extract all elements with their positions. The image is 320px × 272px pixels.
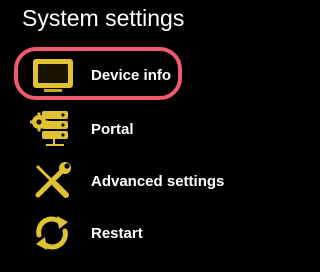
- refresh-arrows-icon: [30, 213, 74, 253]
- monitor-icon: [30, 55, 74, 95]
- menu-item-label: Portal: [91, 121, 134, 138]
- menu-item-portal[interactable]: Portal: [16, 105, 286, 155]
- menu-item-device-info[interactable]: Device info: [16, 51, 286, 101]
- menu-item-label: Restart: [91, 225, 143, 242]
- menu-item-label: Advanced settings: [91, 173, 225, 190]
- menu-item-restart[interactable]: Restart: [16, 209, 286, 259]
- wrench-screwdriver-icon: [30, 161, 74, 201]
- menu-item-label: Device info: [91, 67, 172, 84]
- settings-menu: Device info Portal Advanced settings Res…: [0, 0, 300, 272]
- menu-item-advanced-settings[interactable]: Advanced settings: [16, 157, 286, 207]
- server-gear-icon: [30, 109, 74, 149]
